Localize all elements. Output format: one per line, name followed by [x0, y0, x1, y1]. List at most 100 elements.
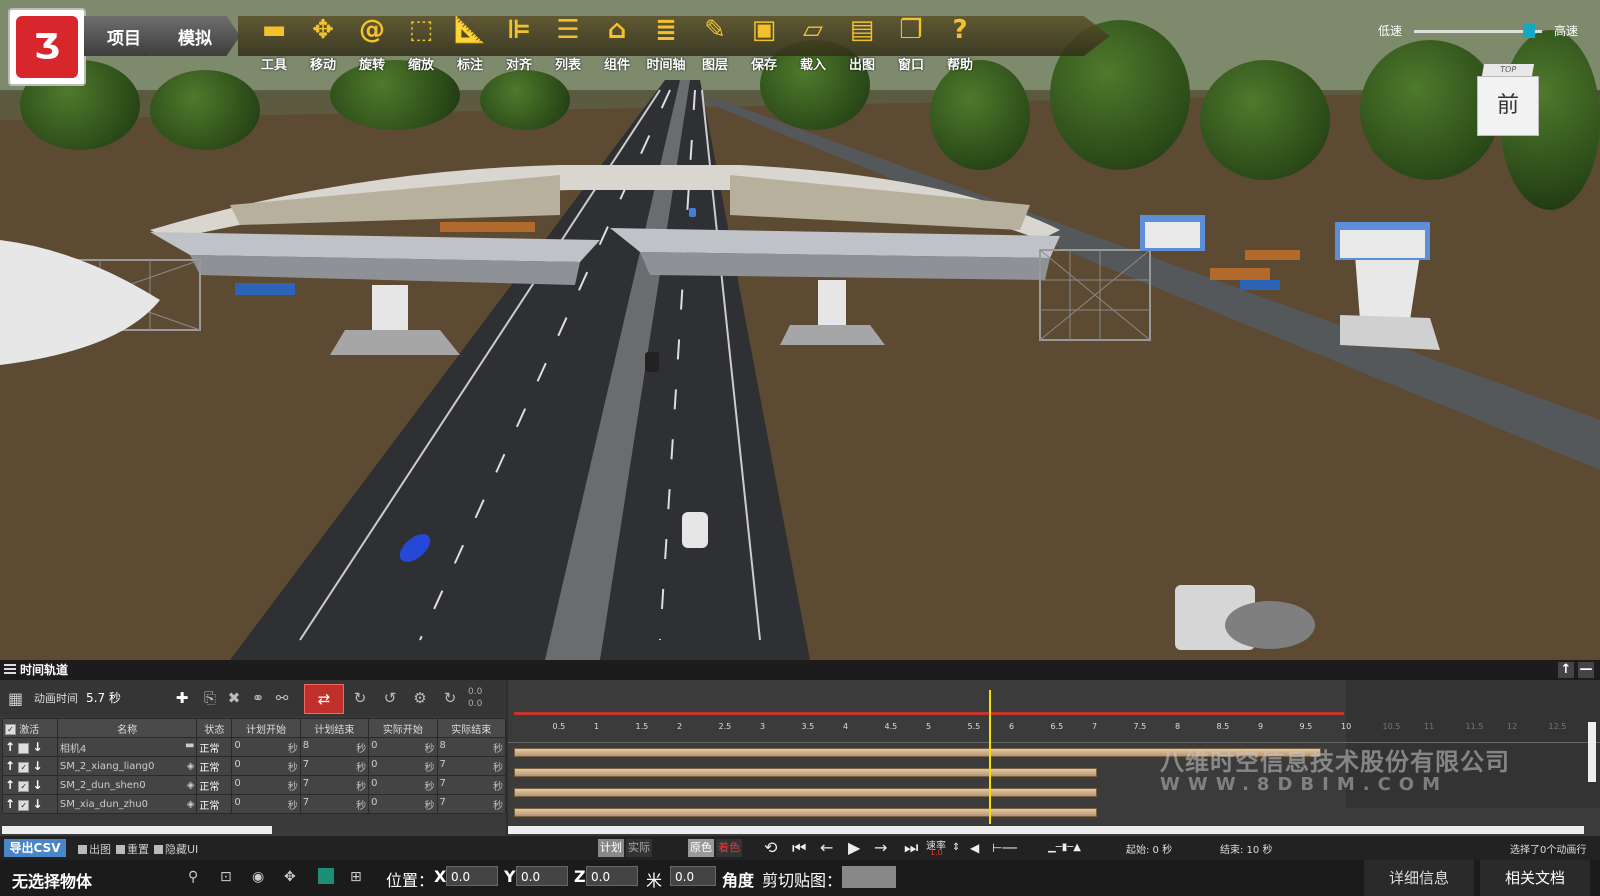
export-image-button[interactable]: ▤ 出图 — [838, 14, 886, 73]
window-button[interactable]: ❐ 窗口 — [887, 14, 935, 73]
option-hide-ui[interactable]: 隐藏UI — [154, 841, 198, 857]
bounding-box-icon[interactable]: ⊞ — [350, 869, 362, 885]
row-active-checkbox[interactable]: ✓ — [18, 799, 30, 811]
angle-input[interactable]: 0.0 — [670, 866, 716, 886]
track-bar[interactable] — [514, 768, 1097, 777]
pin-icon[interactable]: ⚲ — [188, 869, 198, 885]
eye-icon[interactable]: ◉ — [252, 869, 264, 885]
z-input[interactable]: 0.0 — [586, 866, 638, 886]
export-csv-button[interactable]: 导出CSV — [4, 839, 66, 857]
col-name[interactable]: 名称 — [56, 718, 198, 738]
original-color-button[interactable]: 原色 — [688, 839, 714, 857]
volume-icon[interactable]: ◀ — [970, 838, 979, 858]
tools-button[interactable]: ▬ 工具 — [250, 14, 298, 73]
move-down-icon[interactable]: ↓ — [32, 759, 42, 773]
color-swatch[interactable] — [318, 868, 334, 884]
zoom-slider[interactable]: ▁─▮─▲ — [1048, 838, 1081, 858]
save-button[interactable]: ▣ 保存 — [740, 14, 788, 73]
skip-end-icon[interactable]: ⏭ — [904, 838, 918, 858]
copy-icon[interactable]: ⎘ — [200, 688, 220, 708]
row-status[interactable]: 正常 — [196, 794, 233, 814]
move-up-icon[interactable]: ↑ — [5, 778, 15, 792]
details-tab[interactable]: 详细信息 — [1364, 860, 1474, 896]
actual-mode-button[interactable]: 实际 — [626, 839, 652, 857]
loop-icon[interactable]: ⟲ — [764, 838, 777, 858]
range-bar[interactable] — [514, 712, 1344, 715]
unlink-icon[interactable]: ⚯ — [272, 688, 292, 708]
y-input[interactable]: 0.0 — [516, 866, 568, 886]
table-row[interactable]: ↑ ✓ ↓ SM_2_xiang_liang0 ◈ 正常 0秒 7秒 0秒 7秒 — [2, 756, 507, 776]
col-plan-start[interactable]: 计划开始 — [231, 718, 301, 738]
option-export-image[interactable]: 出图 — [78, 841, 111, 857]
app-logo[interactable]: Ʒ — [8, 8, 86, 86]
reset-key-icon[interactable]: ↻ — [440, 688, 460, 708]
x-input[interactable]: 0.0 — [446, 866, 498, 886]
col-status[interactable]: 状态 — [196, 718, 233, 738]
rate-value[interactable]: 1.0 — [930, 848, 943, 857]
timeline-scrollbar[interactable] — [508, 826, 1584, 834]
col-plan-end[interactable]: 计划结束 — [299, 718, 370, 738]
rotate-key-alt-icon[interactable]: ↺ — [380, 688, 400, 708]
checkbox[interactable] — [154, 845, 163, 854]
step-back-icon[interactable]: ← — [820, 838, 833, 858]
move-down-icon[interactable]: ↓ — [32, 778, 42, 792]
speed-knob[interactable] — [1523, 24, 1536, 38]
col-active[interactable]: ✓ 激活 — [2, 718, 58, 738]
component-button[interactable]: ⌂ 组件 — [593, 14, 641, 73]
timeline-track-area[interactable]: 0.5 1 1.5 2 2.5 3 3.5 4 4.5 5 5.5 6 6.5 7 7.5 8 8.5 9 9.5 1… — [508, 680, 1600, 836]
play-icon[interactable]: ▶ — [848, 838, 860, 858]
help-button[interactable]: ? 帮助 — [936, 14, 984, 73]
measure-button[interactable]: 📐 标注 — [446, 14, 494, 73]
row-status[interactable]: 正常 — [196, 775, 233, 795]
row-status[interactable]: 正常 — [196, 756, 233, 776]
tinted-color-button[interactable]: 着色 — [716, 839, 742, 857]
track-bar[interactable] — [514, 788, 1097, 797]
move-down-icon[interactable]: ↓ — [32, 797, 42, 811]
load-button[interactable]: ▱ 载入 — [789, 14, 837, 73]
row-active-checkbox[interactable]: ✓ — [18, 780, 30, 792]
add-icon[interactable]: ✚ — [172, 688, 192, 708]
move-up-icon[interactable]: ↑ — [5, 759, 15, 773]
track-bar[interactable] — [514, 808, 1097, 817]
record-keyframe-icon[interactable]: ⇄ — [304, 684, 344, 714]
timeline-button[interactable]: ≣ 时间轴 — [642, 14, 690, 73]
move-button[interactable]: ✥ 移动 — [299, 14, 347, 73]
view-cube-top[interactable]: TOP — [1481, 64, 1535, 76]
checkbox[interactable] — [116, 845, 125, 854]
scale-button[interactable]: ⬚ 缩放 — [397, 14, 445, 73]
rotate-key-icon[interactable]: ↻ — [350, 688, 370, 708]
time-ruler[interactable]: 0.5 1 1.5 2 2.5 3 3.5 4 4.5 5 5.5 6 6.5 7 7.5 8 8.5 9 9.5 1… — [508, 722, 1600, 743]
calendar-icon[interactable]: ▦ — [8, 689, 23, 708]
table-row[interactable]: ↑ ✓ ↓ SM_2_dun_shen0 ◈ 正常 0秒 7秒 0秒 7秒 — [2, 775, 507, 795]
checkbox[interactable] — [78, 845, 87, 854]
move-gizmo-icon[interactable]: ✥ — [284, 869, 296, 885]
plan-mode-button[interactable]: 计划 — [598, 839, 624, 857]
range-values[interactable]: 0.0 0.0 — [468, 686, 482, 710]
clip-texture-slot[interactable] — [842, 866, 896, 888]
align-button[interactable]: ⊫ 对齐 — [495, 14, 543, 73]
playhead[interactable] — [989, 690, 992, 824]
breadcrumb-simulation[interactable]: 模拟 — [150, 16, 240, 56]
3d-viewport[interactable] — [0, 0, 1600, 660]
docs-tab[interactable]: 相关文档 — [1480, 860, 1590, 896]
layer-button[interactable]: ✎ 图层 — [691, 14, 739, 73]
row-active-checkbox[interactable]: ✓ — [18, 761, 30, 773]
breadcrumb-project[interactable]: 项目 — [84, 16, 164, 56]
list-button[interactable]: ☰ 列表 — [544, 14, 592, 73]
view-cube-front[interactable]: 前 — [1477, 76, 1539, 136]
collapse-up-button[interactable]: ↑ — [1558, 662, 1574, 678]
col-actual-end[interactable]: 实际结束 — [436, 718, 507, 738]
option-reset[interactable]: 重置 — [116, 841, 149, 857]
move-up-icon[interactable]: ↑ — [5, 797, 15, 811]
minimize-button[interactable]: — — [1578, 662, 1594, 678]
select-all-checkbox[interactable]: ✓ — [5, 724, 16, 735]
table-row[interactable]: ↑ ✓ ↓ SM_xia_dun_zhu0 ◈ 正常 0秒 7秒 0秒 7秒 — [2, 794, 507, 814]
delete-icon[interactable]: ✖ — [224, 688, 244, 708]
step-forward-icon[interactable]: → — [874, 838, 887, 858]
volume-slider[interactable]: ⊢── — [992, 838, 1017, 858]
skip-start-icon[interactable]: ⏮ — [792, 838, 806, 858]
row-active-checkbox[interactable] — [18, 742, 30, 754]
row-status[interactable]: 正常 — [196, 737, 233, 757]
move-up-icon[interactable]: ↑ — [5, 740, 15, 754]
view-cube[interactable]: TOP 前 — [1477, 64, 1539, 136]
